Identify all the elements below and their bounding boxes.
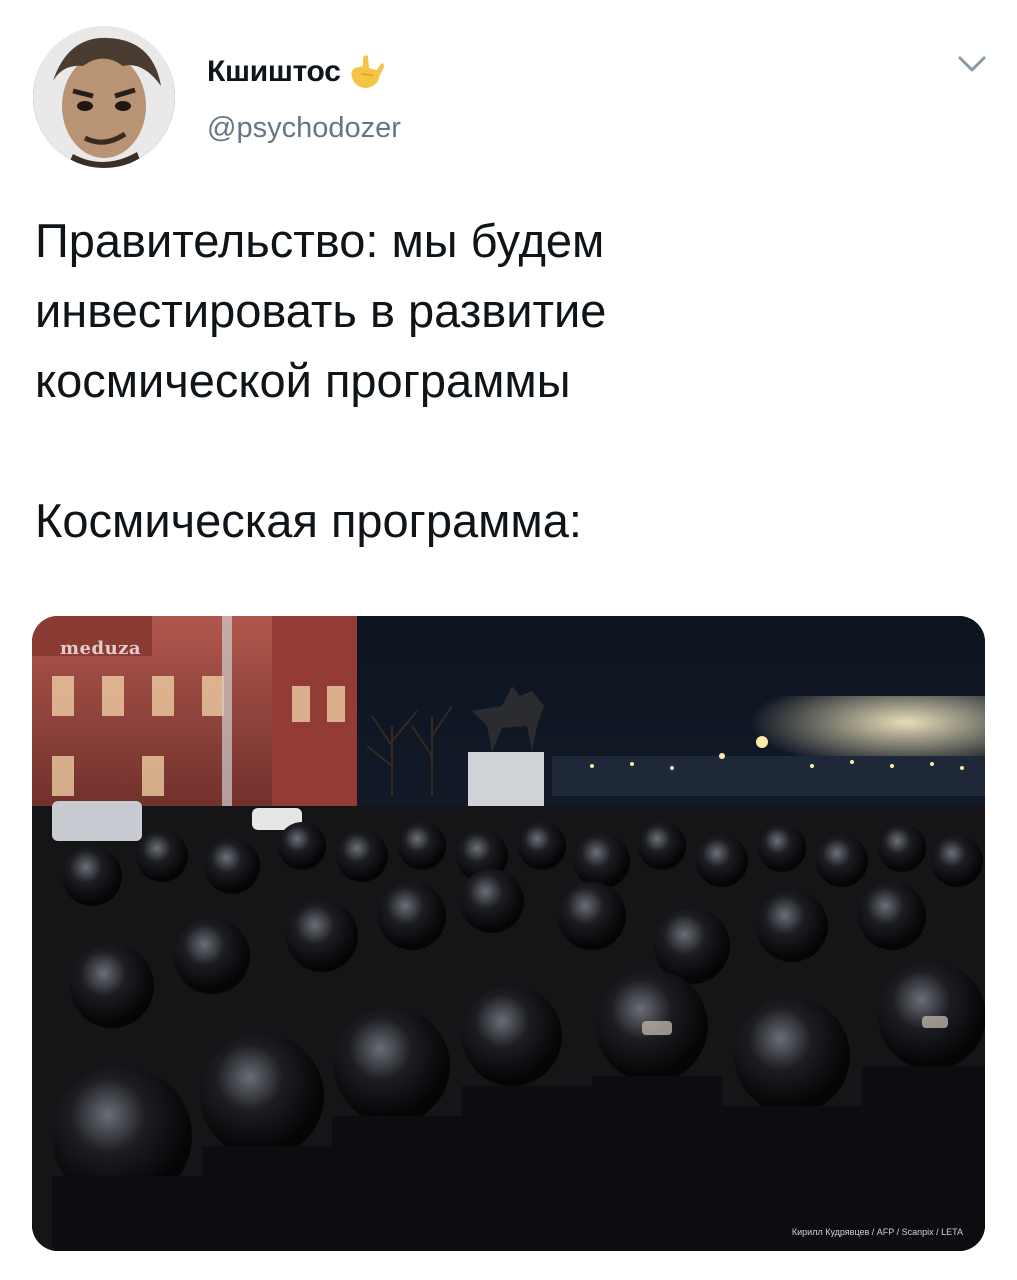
call-me-hand-emoji-icon: [343, 50, 387, 94]
user-handle[interactable]: @psychodozer: [207, 112, 401, 145]
tweet-text: Правительство: мы будем инвестировать в …: [35, 214, 607, 547]
tweet-photo[interactable]: meduza Кирилл Кудрявцев / AFP / Scanpix …: [32, 616, 985, 1251]
photo-watermark: meduza: [60, 638, 142, 659]
chevron-down-icon[interactable]: [955, 52, 989, 76]
photo-credit: Кирилл Кудрявцев / AFP / Scanpix / LETA: [791, 1227, 963, 1237]
avatar[interactable]: [33, 26, 175, 168]
display-name[interactable]: Кшиштос: [207, 50, 387, 94]
display-name-text: Кшиштос: [207, 55, 341, 88]
